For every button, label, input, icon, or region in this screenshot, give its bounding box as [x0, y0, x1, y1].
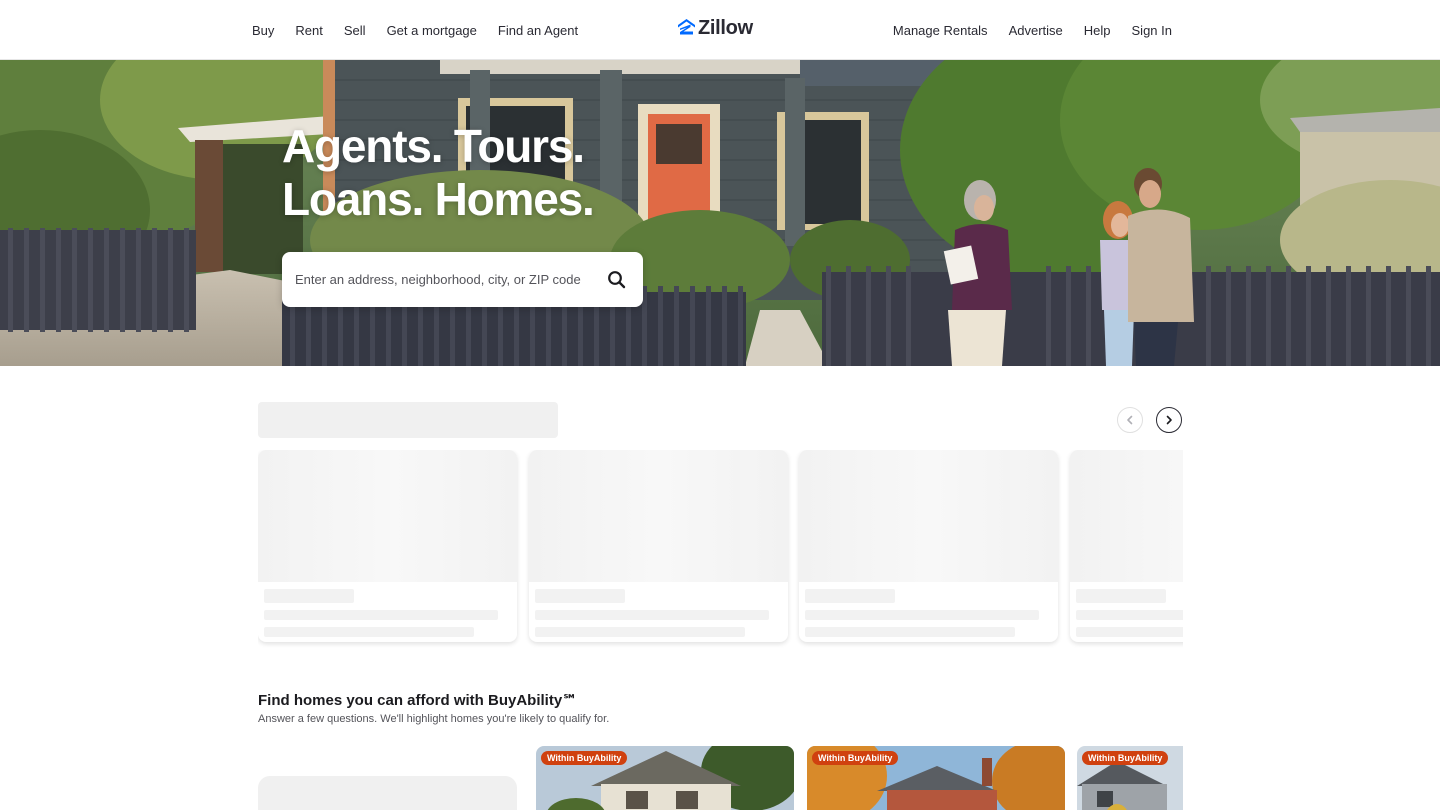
within-buyability-badge: Within BuyAbility — [1082, 751, 1169, 765]
listing-carousel — [258, 450, 1183, 650]
skeleton-line — [535, 589, 625, 603]
search-bar — [282, 252, 643, 307]
skeleton-line — [1076, 610, 1183, 620]
nav-sign-in[interactable]: Sign In — [1132, 23, 1172, 38]
nav-manage-rentals[interactable]: Manage Rentals — [893, 23, 988, 38]
buyability-listing-card[interactable]: Within BuyAbility — [536, 746, 794, 810]
buyability-subheading: Answer a few questions. We'll highlight … — [258, 713, 610, 725]
listing-card-placeholder[interactable] — [529, 450, 788, 642]
zillow-logo-icon — [678, 19, 695, 35]
nav-find-an-agent[interactable]: Find an Agent — [498, 23, 578, 38]
zillow-logo[interactable]: Zillow — [678, 17, 753, 39]
skeleton-line — [1076, 627, 1183, 637]
nav-get-a-mortgage[interactable]: Get a mortgage — [387, 23, 477, 38]
hero-headline: Agents. Tours. Loans. Homes. — [282, 120, 595, 226]
buyability-listing-card[interactable]: Within BuyAbility — [807, 746, 1065, 810]
buyability-heading: Find homes you can afford with BuyAbilit… — [258, 692, 578, 709]
hero-headline-line-2: Loans. Homes. — [282, 173, 595, 225]
nav-advertise[interactable]: Advertise — [1009, 23, 1063, 38]
carousel-title-placeholder — [258, 402, 558, 438]
logo-wordmark: Zillow — [698, 16, 753, 39]
nav-rent[interactable]: Rent — [295, 23, 322, 38]
buyability-listing-card[interactable]: Within BuyAbility — [1077, 746, 1183, 810]
hero-photo — [0, 60, 1440, 366]
within-buyability-badge: Within BuyAbility — [541, 751, 628, 765]
skeleton-line — [805, 589, 895, 603]
listing-card-placeholder[interactable] — [799, 450, 1058, 642]
listing-card-placeholder[interactable] — [1070, 450, 1183, 642]
chevron-left-icon — [1127, 415, 1133, 425]
nav-buy[interactable]: Buy — [252, 23, 274, 38]
skeleton-line — [805, 627, 1015, 637]
site-header: Buy Rent Sell Get a mortgage Find an Age… — [0, 0, 1440, 60]
hero-banner: Agents. Tours. Loans. Homes. — [0, 60, 1440, 366]
skeleton-line — [264, 627, 474, 637]
nav-sell[interactable]: Sell — [344, 23, 366, 38]
listing-image-placeholder — [529, 450, 788, 582]
skeleton-line — [535, 610, 769, 620]
skeleton-line — [264, 589, 354, 603]
skeleton-line — [805, 610, 1039, 620]
secondary-nav: Manage Rentals Advertise Help Sign In — [872, 0, 1172, 60]
listing-card-placeholder[interactable] — [258, 450, 517, 642]
listing-image-placeholder — [1070, 450, 1183, 582]
search-icon — [608, 271, 626, 289]
skeleton-line — [1076, 589, 1166, 603]
carousel-next-button[interactable] — [1156, 407, 1182, 433]
buyability-carousel: Within BuyAbility Within BuyAbility With… — [536, 746, 1183, 810]
nav-help[interactable]: Help — [1084, 23, 1111, 38]
skeleton-line — [264, 610, 498, 620]
skeleton-line — [535, 627, 745, 637]
search-button[interactable] — [607, 270, 627, 290]
hero-headline-line-1: Agents. Tours. — [282, 120, 585, 172]
within-buyability-badge: Within BuyAbility — [812, 751, 899, 765]
listing-image-placeholder — [799, 450, 1058, 582]
buyability-form-placeholder — [258, 776, 517, 810]
search-input[interactable] — [295, 272, 585, 287]
chevron-right-icon — [1166, 415, 1172, 425]
listing-image-placeholder — [258, 450, 517, 582]
primary-nav: Buy Rent Sell Get a mortgage Find an Age… — [252, 0, 599, 60]
carousel-prev-button[interactable] — [1117, 407, 1143, 433]
